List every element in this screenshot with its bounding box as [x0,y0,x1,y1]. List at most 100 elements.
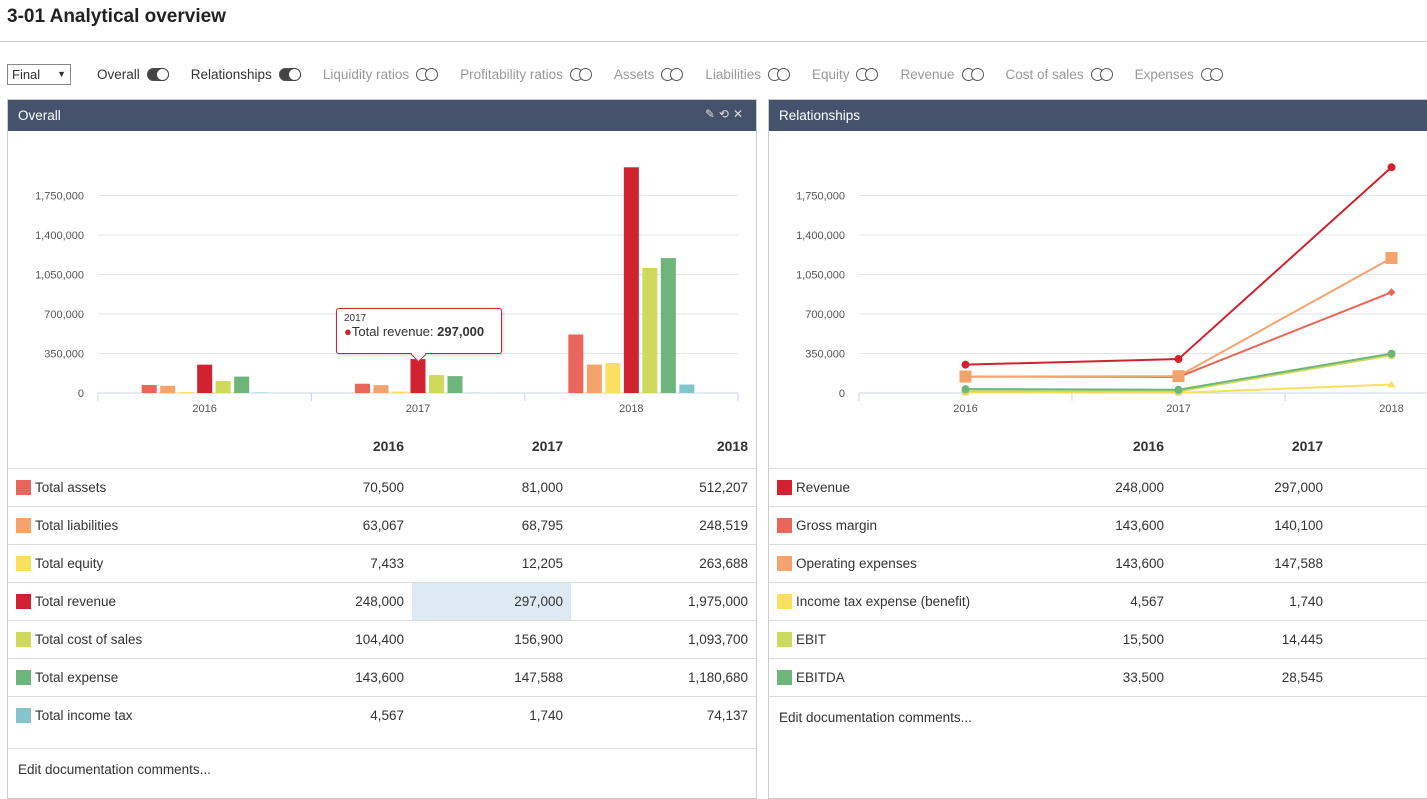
bar [605,363,620,393]
legend-swatch [16,632,31,647]
toggle-equity[interactable]: Equity [812,67,879,82]
toggle-switch-icon [1201,68,1223,81]
row-label: Total revenue [35,594,116,609]
table-row[interactable]: Operating expenses143,600147,588 [769,544,1427,582]
cell-value: 297,000 [1203,480,1323,495]
bar [355,384,370,393]
cell-value: 156,900 [443,632,563,647]
toggle-cost-of-sales[interactable]: Cost of sales [1006,67,1113,82]
bar [142,385,157,393]
legend-swatch [16,708,31,723]
table-row[interactable]: Total assets70,50081,000512,207 [8,468,756,506]
toggle-expenses[interactable]: Expenses [1135,67,1223,82]
y-tick-label: 1,050,000 [35,270,84,282]
y-tick-label: 700,000 [805,309,845,321]
bar [429,375,444,393]
table-row[interactable]: Total expense143,600147,5881,180,680 [8,658,756,696]
data-point [962,385,970,393]
cell-value: 1,975,000 [628,594,748,609]
cell-value: 140,100 [1203,518,1323,533]
toggle-label: Liquidity ratios [323,67,409,82]
row-label: Total liabilities [35,518,118,533]
toggle-overall[interactable]: Overall [97,67,169,82]
close-icon[interactable]: ✕ [733,107,747,121]
toolbar: Final▼ Overall Relationships Liquidity rat… [7,63,1245,85]
chart-tooltip: 2017●Total revenue: 297,000 [336,308,502,354]
cell-value: 63,067 [284,518,404,533]
cell-value: 33,500 [1044,670,1164,685]
panel-header: Relationships [769,100,1427,131]
y-tick-label: 700,000 [44,309,84,321]
cell-value: 70,500 [284,480,404,495]
bar [642,268,657,393]
divider [0,41,1427,42]
edit-comments-link[interactable]: Edit documentation comments... [769,696,1427,738]
table-row[interactable]: Revenue 248,000 297,000 [769,468,1427,506]
cell-value: 12,205 [443,556,563,571]
data-point [1175,355,1183,363]
toggle-relationships[interactable]: Relationships [191,67,301,82]
toggle-profitability-ratios[interactable]: Profitability ratios [460,67,592,82]
legend-swatch [777,518,792,533]
table-row[interactable]: Income tax expense (benefit)4,5671,740 [769,582,1427,620]
bar [216,381,231,393]
cell-value: 74,137 [628,708,748,723]
table-row[interactable]: Gross margin143,600140,100 [769,506,1427,544]
toggle-label: Liabilities [705,67,761,82]
row-label: EBIT [796,632,826,647]
series-line [966,167,1392,364]
overall-panel: Overall ✎⟲✕ 0350,000700,0001,050,0001,40… [7,99,757,799]
bar [568,334,583,393]
version-select[interactable]: Final▼ [7,64,71,85]
table-row[interactable]: Total cost of sales104,400156,9001,093,7… [8,620,756,658]
x-tick-label: 2016 [192,403,216,415]
history-icon[interactable]: ⟲ [719,107,733,121]
y-tick-label: 350,000 [44,349,84,361]
data-point [1388,350,1396,358]
y-tick-label: 350,000 [805,349,845,361]
toggle-liabilities[interactable]: Liabilities [705,67,790,82]
toggle-label: Equity [812,67,850,82]
toggle-label: Assets [614,67,655,82]
table-row[interactable]: EBITDA 33,500 28,545 [769,658,1427,696]
toggle-switch-icon [856,68,878,81]
bar [253,392,268,393]
toggle-liquidity-ratios[interactable]: Liquidity ratios [323,67,438,82]
table-row[interactable]: Total equity7,43312,205263,688 [8,544,756,582]
legend-swatch [777,556,792,571]
table-row[interactable]: EBIT15,50014,445 [769,620,1427,658]
y-tick-label: 0 [78,388,84,400]
toggle-switch-icon [962,68,984,81]
y-tick-label: 1,050,000 [796,270,845,282]
table-row[interactable]: Total income tax4,5671,74074,137 [8,696,756,734]
toggle-switch-icon [1091,68,1113,81]
table-row[interactable]: Total liabilities63,06768,795248,519 [8,506,756,544]
data-point [960,371,972,383]
edit-comments-link[interactable]: Edit documentation comments... [8,748,756,790]
row-label: EBITDA [796,670,845,685]
tooltip-label: Total revenue: [352,324,437,339]
bar [160,386,175,393]
cell-value: 143,600 [284,670,404,685]
toggle-switch-icon [570,68,592,81]
column-header: 2016 [284,438,404,454]
cell-value: 263,688 [628,556,748,571]
bar [448,376,463,393]
pencil-icon[interactable]: ✎ [705,107,719,121]
row-label: Gross margin [796,518,877,533]
row-label: Revenue [796,480,850,495]
toggle-label: Revenue [900,67,954,82]
legend-swatch [16,594,31,609]
cell-value: 28,545 [1203,670,1323,685]
y-tick-label: 1,400,000 [796,230,845,242]
cell-value: 248,000 [1044,480,1164,495]
toggle-switch-icon [416,68,438,81]
toggle-assets[interactable]: Assets [614,67,684,82]
toggle-switch-icon [147,68,169,81]
y-tick-label: 0 [839,388,845,400]
data-point [1388,288,1396,296]
toggle-revenue[interactable]: Revenue [900,67,983,82]
legend-swatch [16,518,31,533]
table-row[interactable]: Total revenue248,000297,0001,975,000 [8,582,756,620]
legend-swatch [777,594,792,609]
